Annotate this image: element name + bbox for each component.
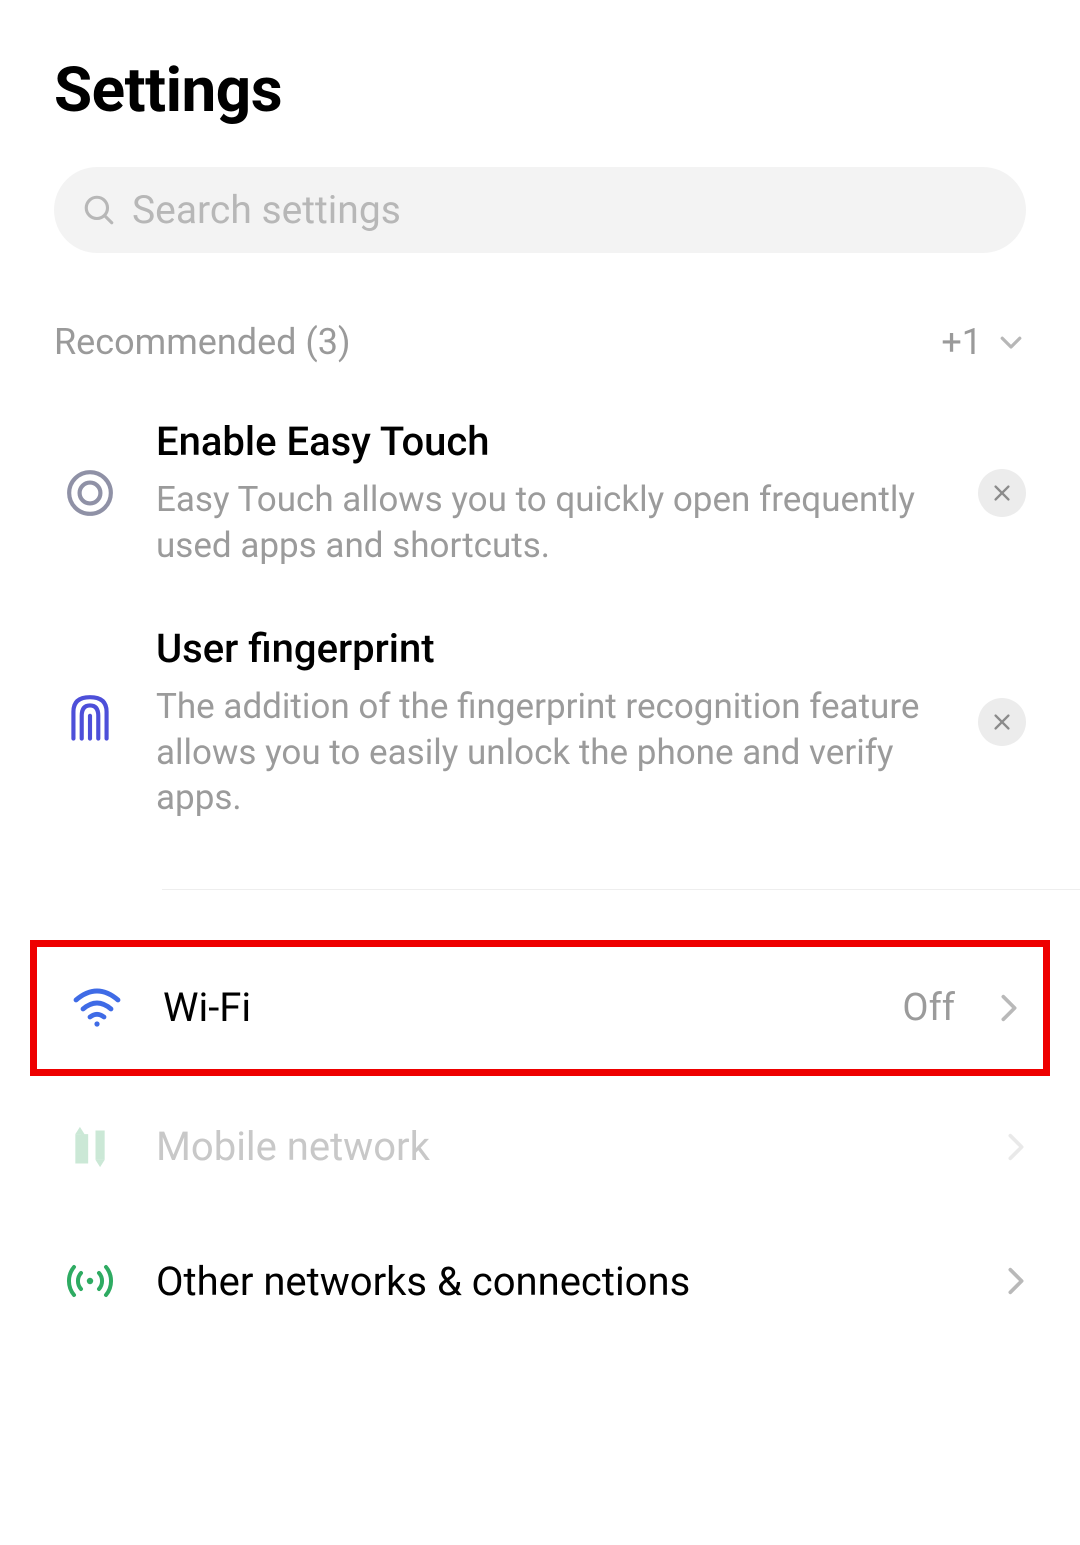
search-bar[interactable] xyxy=(54,167,1026,253)
dismiss-button[interactable] xyxy=(978,698,1026,746)
recommended-item-desc: Easy Touch allows you to quickly open fr… xyxy=(156,477,938,568)
menu-item-label: Mobile network xyxy=(156,1123,976,1170)
menu-item-other-networks[interactable]: Other networks & connections xyxy=(0,1214,1080,1349)
menu-item-label: Other networks & connections xyxy=(156,1258,976,1305)
hotspot-icon xyxy=(66,1257,114,1305)
close-icon xyxy=(991,711,1013,733)
recommended-item-easy-touch[interactable]: Enable Easy Touch Easy Touch allows you … xyxy=(0,389,1080,596)
chevron-right-icon xyxy=(1006,1264,1026,1298)
mobile-network-icon xyxy=(68,1125,112,1169)
chevron-right-icon xyxy=(1006,1130,1026,1164)
page-title: Settings xyxy=(0,0,1080,167)
recommended-item-title: User fingerprint xyxy=(156,624,938,674)
menu-item-label: Wi-Fi xyxy=(163,984,872,1031)
recommended-item-desc: The addition of the fingerprint recognit… xyxy=(156,684,938,821)
recommended-more-count: +1 xyxy=(941,321,982,363)
menu-item-mobile-network[interactable]: Mobile network xyxy=(30,1080,1050,1214)
recommended-header: Recommended (3) xyxy=(54,321,350,363)
highlight-annotation: Wi-Fi Off xyxy=(30,940,1050,1076)
menu-item-value: Off xyxy=(902,986,955,1030)
search-icon xyxy=(82,193,116,227)
menu-item-wifi[interactable]: Wi-Fi Off xyxy=(37,947,1043,1069)
recommended-item-title: Enable Easy Touch xyxy=(156,417,938,467)
recommended-expand[interactable]: +1 xyxy=(941,321,1026,363)
chevron-down-icon xyxy=(996,327,1026,357)
chevron-right-icon xyxy=(999,991,1019,1025)
fingerprint-icon xyxy=(65,693,115,751)
close-icon xyxy=(991,482,1013,504)
search-input[interactable] xyxy=(132,187,998,233)
wifi-icon xyxy=(72,988,122,1028)
easy-touch-icon xyxy=(65,468,115,518)
recommended-item-fingerprint[interactable]: User fingerprint The addition of the fin… xyxy=(0,596,1080,849)
dismiss-button[interactable] xyxy=(978,469,1026,517)
